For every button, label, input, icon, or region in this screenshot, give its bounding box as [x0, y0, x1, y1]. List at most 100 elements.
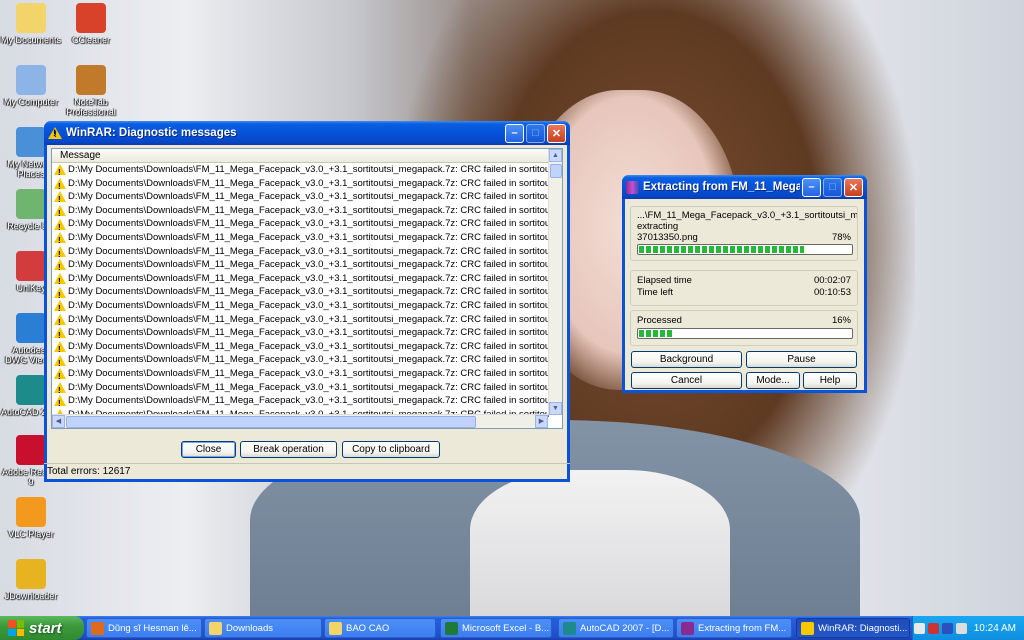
tray-network-icon[interactable]	[913, 622, 925, 634]
clock[interactable]: 10:24 AM	[974, 623, 1016, 634]
vertical-scroll-thumb[interactable]	[550, 164, 562, 178]
message-text: D:\My Documents\Downloads\FM_11_Mega_Fac…	[68, 340, 549, 352]
message-text: D:\My Documents\Downloads\FM_11_Mega_Fac…	[68, 313, 549, 325]
taskbar-item[interactable]: Dũng sĩ Hesman lê...	[86, 618, 202, 638]
extract-window[interactable]: Extracting from FM_11_Mega_... – □ ✕ ...…	[622, 175, 867, 393]
desktop-icon[interactable]: My Computer	[0, 65, 62, 107]
mode-button[interactable]: Mode...	[746, 372, 800, 389]
close-window-button[interactable]: ✕	[547, 123, 566, 143]
message-row[interactable]: D:\My Documents\Downloads\FM_11_Mega_Fac…	[52, 258, 549, 272]
taskbar-item-label: Extracting from FM...	[698, 622, 787, 634]
current-file-name: 37013350.png	[637, 232, 698, 243]
warning-icon	[54, 164, 66, 177]
break-operation-button[interactable]: Break operation	[240, 441, 337, 458]
diagnostic-titlebar[interactable]: WinRAR: Diagnostic messages – □ ✕	[44, 121, 570, 145]
warning-icon	[54, 286, 66, 299]
message-list[interactable]: Message D:\My Documents\Downloads\FM_11_…	[51, 148, 563, 429]
desktop-icon[interactable]: CCleaner	[60, 3, 122, 45]
processed-percent: 16%	[831, 315, 851, 326]
scroll-down-arrow-icon[interactable]: ▼	[549, 402, 562, 415]
message-row[interactable]: D:\My Documents\Downloads\FM_11_Mega_Fac…	[52, 272, 549, 285]
message-text: D:\My Documents\Downloads\FM_11_Mega_Fac…	[68, 367, 549, 379]
taskbar-item[interactable]: AutoCAD 2007 - [D...	[558, 618, 674, 638]
cancel-button[interactable]: Cancel	[631, 372, 742, 389]
warning-icon	[801, 621, 814, 635]
message-row[interactable]: D:\My Documents\Downloads\FM_11_Mega_Fac…	[52, 190, 549, 204]
message-text: D:\My Documents\Downloads\FM_11_Mega_Fac…	[68, 259, 549, 271]
scroll-up-arrow-icon[interactable]: ▲	[549, 149, 562, 162]
desktop-icon[interactable]: VLC Player	[0, 497, 62, 539]
message-row[interactable]: D:\My Documents\Downloads\FM_11_Mega_Fac…	[52, 177, 549, 190]
message-text: D:\My Documents\Downloads\FM_11_Mega_Fac…	[68, 245, 549, 257]
desktop-icon[interactable]: JDownloader	[0, 559, 62, 601]
column-header-message[interactable]: Message	[52, 149, 549, 163]
message-row[interactable]: D:\My Documents\Downloads\FM_11_Mega_Fac…	[52, 313, 549, 326]
taskbar-item-label: Downloads	[226, 622, 273, 634]
taskbar-item[interactable]: WinRAR: Diagnosti...	[796, 618, 910, 638]
total-errors-text: Total errors: 12617	[47, 466, 131, 477]
message-text: D:\My Documents\Downloads\FM_11_Mega_Fac…	[68, 231, 549, 243]
close-button[interactable]: Close	[181, 441, 236, 458]
message-row[interactable]: D:\My Documents\Downloads\FM_11_Mega_Fac…	[52, 163, 549, 177]
maximize-button[interactable]: □	[526, 123, 545, 143]
message-row[interactable]: D:\My Documents\Downloads\FM_11_Mega_Fac…	[52, 285, 549, 299]
extract-minimize-button[interactable]: –	[802, 177, 821, 197]
extract-maximize-button[interactable]: □	[823, 177, 842, 197]
windows-flag-icon	[8, 620, 24, 636]
file-progress-fill	[639, 246, 805, 253]
message-text: D:\My Documents\Downloads\FM_11_Mega_Fac…	[68, 204, 549, 216]
time-group: Elapsed time 00:02:07 Time left 00:10:53	[630, 270, 858, 306]
message-row[interactable]: D:\My Documents\Downloads\FM_11_Mega_Fac…	[52, 245, 549, 258]
autodesk-icon	[16, 313, 46, 343]
background-button[interactable]: Background	[631, 351, 742, 368]
warning-icon	[54, 313, 66, 326]
message-row[interactable]: D:\My Documents\Downloads\FM_11_Mega_Fac…	[52, 394, 549, 408]
archive-path: ...\FM_11_Mega_Facepack_v3.0_+3.1_sortit…	[637, 210, 857, 221]
extract-titlebar[interactable]: Extracting from FM_11_Mega_... – □ ✕	[622, 175, 867, 199]
message-row[interactable]: D:\My Documents\Downloads\FM_11_Mega_Fac…	[52, 367, 549, 381]
message-text: D:\My Documents\Downloads\FM_11_Mega_Fac…	[68, 218, 549, 230]
message-row[interactable]: D:\My Documents\Downloads\FM_11_Mega_Fac…	[52, 353, 549, 367]
horizontal-scrollbar[interactable]: ◀ ▶	[52, 414, 548, 428]
desktop-icon-label: JDownloader	[4, 591, 58, 601]
scroll-right-arrow-icon[interactable]: ▶	[535, 415, 548, 428]
scroll-left-arrow-icon[interactable]: ◀	[52, 415, 65, 428]
message-text: D:\My Documents\Downloads\FM_11_Mega_Fac…	[68, 177, 549, 189]
vlc-icon	[16, 497, 46, 527]
message-row[interactable]: D:\My Documents\Downloads\FM_11_Mega_Fac…	[52, 299, 549, 313]
message-text: D:\My Documents\Downloads\FM_11_Mega_Fac…	[68, 354, 549, 366]
minimize-button[interactable]: –	[505, 123, 524, 143]
copy-to-clipboard-button[interactable]: Copy to clipboard	[342, 441, 440, 458]
vertical-scrollbar[interactable]: ▲ ▼	[548, 149, 562, 415]
pause-button[interactable]: Pause	[746, 351, 857, 368]
tray-volume-icon[interactable]	[955, 622, 967, 634]
start-button[interactable]: start	[0, 616, 84, 640]
autocad-icon	[16, 375, 46, 405]
message-row[interactable]: D:\My Documents\Downloads\FM_11_Mega_Fac…	[52, 204, 549, 217]
taskbar-item[interactable]: BAO CAO	[324, 618, 436, 638]
taskbar-item[interactable]: Microsoft Excel - B...	[440, 618, 552, 638]
tray-security-icon[interactable]	[927, 622, 939, 634]
warning-icon	[54, 273, 66, 285]
taskbar-item[interactable]: Downloads	[204, 618, 322, 638]
message-row[interactable]: D:\My Documents\Downloads\FM_11_Mega_Fac…	[52, 381, 549, 394]
help-button[interactable]: Help	[803, 372, 857, 389]
warning-icon	[54, 395, 66, 408]
diagnostic-window[interactable]: WinRAR: Diagnostic messages – □ ✕ Messag…	[44, 121, 570, 482]
processed-group: Processed 16%	[630, 310, 858, 346]
firefox-icon	[91, 621, 104, 635]
message-row[interactable]: D:\My Documents\Downloads\FM_11_Mega_Fac…	[52, 326, 549, 340]
message-row[interactable]: D:\My Documents\Downloads\FM_11_Mega_Fac…	[52, 231, 549, 245]
tray-language-icon[interactable]	[941, 622, 953, 634]
diagnostic-title: WinRAR: Diagnostic messages	[66, 127, 237, 139]
wallpaper-scarf	[470, 470, 730, 616]
message-row[interactable]: D:\My Documents\Downloads\FM_11_Mega_Fac…	[52, 340, 549, 353]
message-row[interactable]: D:\My Documents\Downloads\FM_11_Mega_Fac…	[52, 217, 549, 231]
desktop-icon[interactable]: NoteTab Professional	[60, 65, 122, 117]
horizontal-scroll-thumb[interactable]	[66, 416, 476, 428]
taskbar: start Dũng sĩ Hesman lê... Downloads BAO C…	[0, 616, 1024, 640]
warning-icon	[54, 245, 66, 258]
desktop-icon[interactable]: My Documents	[0, 3, 62, 45]
extract-close-button[interactable]: ✕	[844, 177, 863, 197]
taskbar-item[interactable]: Extracting from FM...	[676, 618, 792, 638]
